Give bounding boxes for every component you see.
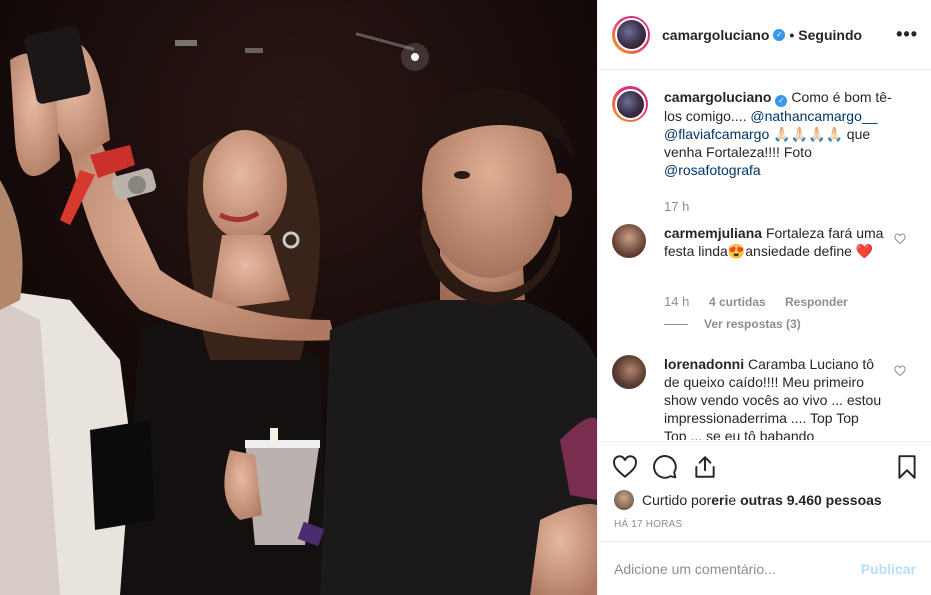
reply-button[interactable]: Responder	[785, 295, 848, 309]
comment-input[interactable]	[614, 560, 861, 577]
likes-count[interactable]: outras 9.460 pessoas	[740, 492, 882, 508]
post-photo[interactable]	[0, 0, 597, 595]
caption-text: camargoluciano ✓ Como é bom tê-los comigo.…	[664, 88, 904, 179]
author-avatar[interactable]	[614, 18, 648, 51]
caption-time[interactable]: 17 h	[664, 199, 689, 214]
verified-badge-icon: ✓	[773, 28, 786, 41]
story-ring[interactable]	[612, 15, 650, 54]
comments-list[interactable]: camargoluciano ✓ Como é bom tê-los comigo.…	[598, 71, 931, 440]
instagram-post-view: camargoluciano ✓ • Seguindo ••• camargol…	[0, 0, 931, 595]
likes-middle: e	[728, 492, 737, 508]
comment-time[interactable]: 14 h	[664, 294, 689, 309]
comment-text: lorenadonni Caramba Luciano tô de queixo…	[664, 355, 884, 440]
liker-username[interactable]: eri	[711, 492, 728, 508]
like-comment-heart-icon[interactable]	[894, 233, 906, 245]
comment-avatar[interactable]	[612, 224, 646, 258]
following-button[interactable]: Seguindo	[798, 27, 862, 43]
post-timestamp[interactable]: HÁ 17 HORAS	[614, 519, 682, 530]
comment-carmemjuliana: carmemjuliana Fortaleza fará uma festa l…	[612, 224, 884, 260]
like-heart-icon[interactable]	[612, 454, 638, 480]
more-options-icon[interactable]: •••	[896, 25, 918, 43]
author-username[interactable]: camargoluciano	[662, 27, 769, 43]
post-actions: Curtido por eri e outras 9.460 pessoas H…	[598, 441, 931, 541]
post-header: camargoluciano ✓ • Seguindo •••	[598, 0, 931, 70]
view-replies-button[interactable]: Ver respostas (3)	[704, 317, 801, 331]
caption-emoji: 🙏🏻🙏🏻🙏🏻🙏🏻	[769, 126, 843, 142]
caption-username[interactable]: camargoluciano	[664, 89, 771, 105]
comment-likes[interactable]: 4 curtidas	[709, 295, 766, 309]
liker-avatar[interactable]	[614, 490, 634, 510]
caption: camargoluciano ✓ Como é bom tê-los comigo.…	[612, 86, 904, 179]
add-comment-bar: Publicar	[598, 541, 931, 595]
likes-summary: Curtido por eri e outras 9.460 pessoas	[614, 490, 882, 510]
replies-divider	[664, 324, 688, 325]
comment-username[interactable]: carmemjuliana	[664, 225, 762, 241]
mention-flaviafcamargo[interactable]: @flaviafcamargo	[664, 126, 769, 142]
publish-button[interactable]: Publicar	[861, 561, 916, 577]
comment-avatar[interactable]	[612, 355, 646, 389]
like-comment-heart-icon[interactable]	[894, 365, 906, 377]
caption-verified-icon: ✓	[775, 95, 788, 107]
mention-rosafotografa[interactable]: @rosafotografa	[664, 162, 761, 178]
header-separator: •	[789, 26, 795, 43]
comment-text: carmemjuliana Fortaleza fará uma festa l…	[664, 224, 884, 260]
share-icon[interactable]	[692, 454, 718, 480]
caption-avatar[interactable]	[614, 88, 646, 120]
likes-prefix: Curtido por	[642, 492, 712, 508]
caption-story-ring[interactable]	[612, 86, 648, 122]
comment-username[interactable]: lorenadonni	[664, 356, 744, 372]
comment-lorenadonni: lorenadonni Caramba Luciano tô de queixo…	[612, 355, 884, 440]
post-side-panel: camargoluciano ✓ • Seguindo ••• camargol…	[597, 0, 931, 595]
concert-photo	[0, 0, 597, 595]
mention-nathancamargo[interactable]: @nathancamargo__	[750, 108, 877, 124]
save-bookmark-icon[interactable]	[894, 454, 920, 480]
comment-bubble-icon[interactable]	[652, 454, 678, 480]
